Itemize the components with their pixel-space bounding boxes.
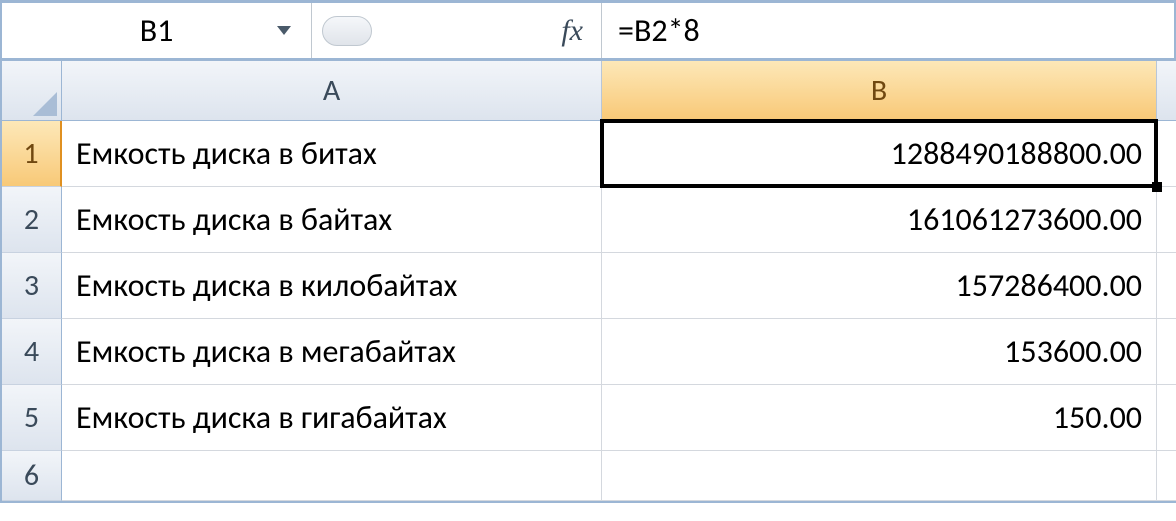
column-header-extra[interactable] [1157, 61, 1176, 121]
spreadsheet-grid: A B 1 Емкость диска в битах 128849018880… [2, 61, 1174, 501]
cell-b5[interactable]: 150.00 [602, 385, 1157, 451]
name-box-value: B1 [140, 11, 174, 50]
row-header-5[interactable]: 5 [2, 385, 62, 451]
fx-pill-icon [322, 16, 372, 46]
fx-button[interactable]: fx [561, 14, 583, 48]
cell-c4[interactable] [1157, 319, 1176, 385]
row-header-3[interactable]: 3 [2, 253, 62, 319]
cell-c6[interactable] [1157, 451, 1176, 501]
cell-c3[interactable] [1157, 253, 1176, 319]
cell-c1[interactable] [1157, 121, 1176, 187]
cell-b2[interactable]: 161061273600.00 [602, 187, 1157, 253]
column-header-a[interactable]: A [62, 61, 602, 121]
cell-a4[interactable]: Емкость диска в мегабайтах [62, 319, 602, 385]
cell-c5[interactable] [1157, 385, 1176, 451]
cell-a3[interactable]: Емкость диска в килобайтах [62, 253, 602, 319]
row-header-1[interactable]: 1 [2, 121, 62, 187]
cell-c2[interactable] [1157, 187, 1176, 253]
formula-text: =B2*8 [618, 11, 700, 50]
select-all-triangle-icon [33, 92, 57, 116]
name-box[interactable]: B1 [2, 3, 312, 58]
row-header-4[interactable]: 4 [2, 319, 62, 385]
fill-handle[interactable] [1152, 182, 1162, 192]
cell-b3[interactable]: 157286400.00 [602, 253, 1157, 319]
select-all-corner[interactable] [2, 61, 62, 121]
cell-a6[interactable] [62, 451, 602, 501]
cell-b1[interactable]: 1288490188800.00 [602, 121, 1157, 187]
formula-bar: B1 fx =B2*8 [2, 3, 1174, 61]
formula-input[interactable]: =B2*8 [602, 3, 1174, 58]
name-box-dropdown-icon[interactable] [277, 26, 291, 35]
cell-a2[interactable]: Емкость диска в байтах [62, 187, 602, 253]
cell-a5[interactable]: Емкость диска в гигабайтах [62, 385, 602, 451]
cell-b6[interactable] [602, 451, 1157, 501]
row-header-2[interactable]: 2 [2, 187, 62, 253]
column-header-b[interactable]: B [602, 61, 1157, 121]
row-header-6[interactable]: 6 [2, 451, 62, 501]
cell-b4[interactable]: 153600.00 [602, 319, 1157, 385]
fx-section: fx [312, 3, 602, 58]
cell-a1[interactable]: Емкость диска в битах [62, 121, 602, 187]
